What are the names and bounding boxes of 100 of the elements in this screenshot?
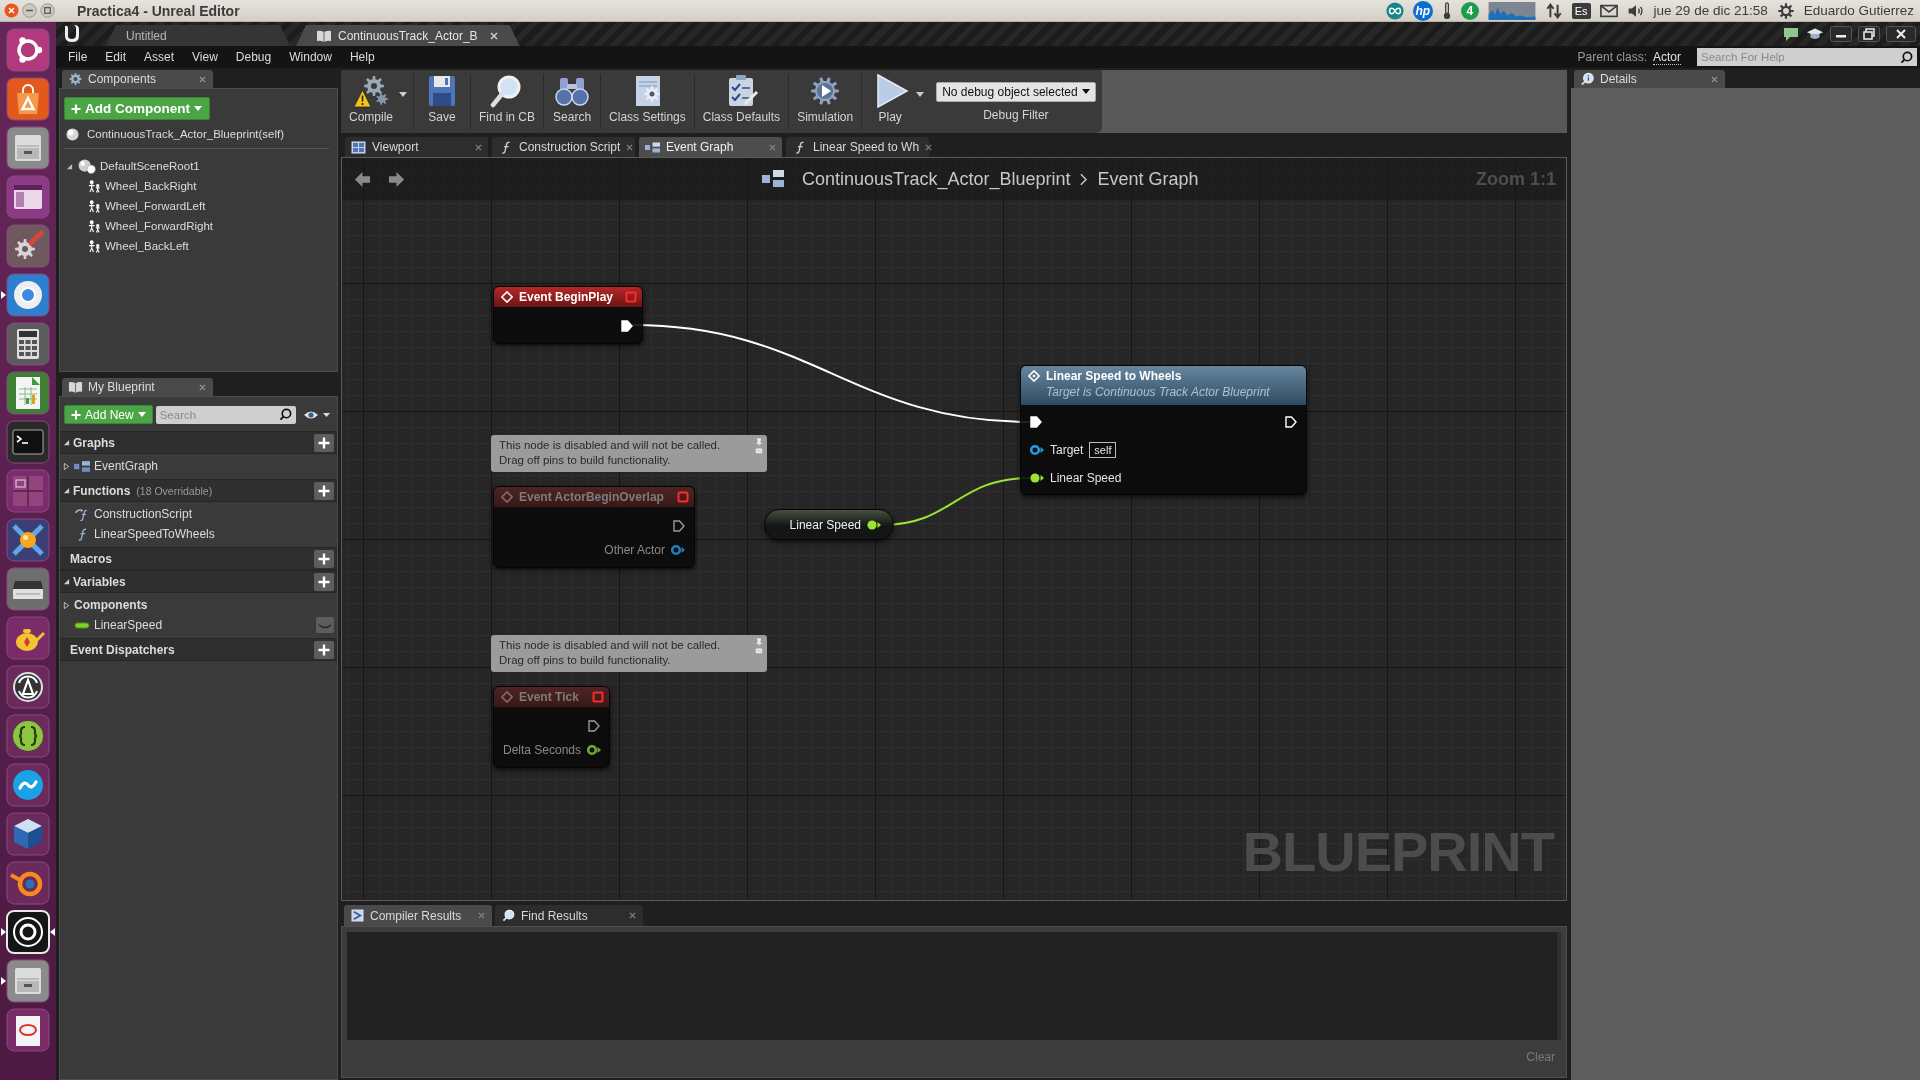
close-icon[interactable]: [1886, 26, 1916, 42]
graph-editor[interactable]: [341, 157, 1567, 901]
speech-bubble-icon[interactable]: [1782, 26, 1800, 42]
play-button[interactable]: Play: [864, 70, 917, 133]
delegate-pin-icon[interactable]: [625, 291, 637, 303]
search-icon[interactable]: [278, 408, 292, 421]
scanner-icon[interactable]: [6, 567, 50, 611]
panel-tab[interactable]: Compiler Results: [344, 905, 492, 926]
section-header[interactable]: Event Dispatchers: [60, 638, 337, 661]
help-search-field[interactable]: Search For Help: [1697, 48, 1917, 66]
ring-logo-icon[interactable]: [6, 273, 50, 317]
save-button[interactable]: Save: [416, 70, 468, 133]
calculator-icon[interactable]: [6, 322, 50, 366]
section-header[interactable]: Macros: [60, 547, 337, 570]
search-field[interactable]: Search: [155, 405, 296, 424]
circle-logo-icon[interactable]: [6, 28, 50, 72]
graph-tab[interactable]: Construction Script: [492, 137, 635, 157]
closed-eye-icon[interactable]: [316, 617, 334, 633]
spreadsheet-icon[interactable]: [6, 371, 50, 415]
thermometer-icon[interactable]: [1441, 1, 1452, 20]
workspace-grid-icon[interactable]: [6, 469, 50, 513]
menu-item[interactable]: View: [183, 50, 227, 64]
my-blueprint-tab[interactable]: My Blueprint: [62, 378, 213, 396]
section-header[interactable]: Functions (18 Overridable): [60, 479, 337, 502]
terminal-icon[interactable]: [6, 420, 50, 464]
add-icon[interactable]: [314, 481, 334, 500]
graph-tab[interactable]: Viewport: [345, 137, 488, 157]
section-header[interactable]: Graphs: [60, 431, 337, 454]
event-node[interactable]: Event BeginPlay: [493, 286, 643, 344]
gear-icon[interactable]: [1776, 1, 1795, 20]
menu-item[interactable]: Edit: [96, 50, 136, 64]
add-icon[interactable]: [314, 572, 334, 591]
back-arrow-icon[interactable]: [354, 170, 371, 188]
breadcrumb-link[interactable]: ContinuousTrack_Actor_Blueprint: [802, 168, 1071, 190]
gear-wrench-icon[interactable]: [6, 224, 50, 268]
details-tab[interactable]: Details: [1574, 70, 1725, 88]
expand-triangle-icon[interactable]: [63, 578, 70, 585]
expand-triangle-icon[interactable]: [63, 487, 70, 494]
data-pin-icon[interactable]: [1030, 444, 1044, 456]
maximize-icon[interactable]: [40, 3, 55, 18]
compile-button[interactable]: Compile: [343, 70, 399, 133]
simulation-button[interactable]: Simulation: [791, 70, 860, 133]
breadcrumb-link[interactable]: Event Graph: [1097, 168, 1199, 190]
list-item[interactable]: LinearSpeedToWheels: [60, 524, 337, 544]
shopping-bag-icon[interactable]: [6, 77, 50, 121]
restore-icon[interactable]: [1858, 26, 1880, 42]
logo-icon[interactable]: [62, 23, 82, 43]
tree-item[interactable]: ContinuousTrack_Actor_Blueprint(self): [60, 124, 337, 144]
drawer-icon[interactable]: [6, 126, 50, 170]
tree-item[interactable]: Wheel_ForwardRight: [60, 216, 337, 236]
data-pin-icon[interactable]: [867, 518, 881, 531]
class-settings-button[interactable]: Class Settings: [603, 70, 692, 133]
circular-arrows-icon[interactable]: [6, 665, 50, 709]
menu-item[interactable]: Window: [280, 50, 341, 64]
document-icon[interactable]: [6, 1008, 50, 1052]
list-item[interactable]: EventGraph: [60, 456, 337, 476]
clock[interactable]: jue 29 de dic 21:58: [1653, 3, 1768, 18]
window-icon[interactable]: [6, 175, 50, 219]
panel-tab[interactable]: Find Results: [495, 905, 643, 926]
infinity-icon[interactable]: [1385, 1, 1404, 20]
user-name[interactable]: Eduardo Gutierrez: [1803, 3, 1914, 18]
menu-item[interactable]: Help: [340, 50, 384, 64]
document-tab[interactable]: Untitled: [106, 25, 290, 46]
class-defaults-button[interactable]: Class Defaults: [696, 70, 787, 133]
keyboard-layout-indicator[interactable]: Es: [1571, 2, 1591, 19]
orb-icon[interactable]: [6, 518, 50, 562]
graph-tab[interactable]: Linear Speed to Wh: [786, 137, 929, 157]
braces-icon[interactable]: [6, 714, 50, 758]
round-emblem-icon[interactable]: [6, 910, 50, 954]
dropdown-caret-icon[interactable]: [916, 92, 925, 97]
tree-item[interactable]: DefaultSceneRoot1: [60, 156, 337, 176]
parent-class-link[interactable]: Actor: [1653, 49, 1681, 65]
expand-triangle-icon[interactable]: [63, 601, 70, 609]
graph-tab[interactable]: Event Graph: [639, 137, 782, 157]
tree-item[interactable]: Wheel_BackLeft: [60, 236, 337, 256]
menu-item[interactable]: File: [59, 50, 97, 64]
list-item[interactable]: LinearSpeed: [60, 615, 337, 635]
expand-triangle-icon[interactable]: [63, 439, 70, 446]
load-graph-icon[interactable]: [1487, 1, 1536, 20]
expand-triangle-icon[interactable]: [66, 162, 73, 170]
teapot-icon[interactable]: [6, 616, 50, 660]
up-down-arrows-icon[interactable]: [1544, 1, 1563, 20]
add-icon[interactable]: [314, 433, 334, 452]
list-item[interactable]: ConstructionScript: [60, 504, 337, 524]
find-button[interactable]: Find in CB: [473, 70, 542, 133]
default-value-field[interactable]: self: [1089, 442, 1117, 458]
search-button[interactable]: Search: [546, 70, 599, 133]
section-header[interactable]: Variables: [60, 570, 337, 593]
add-icon[interactable]: [314, 549, 334, 568]
menu-item[interactable]: Asset: [135, 50, 184, 64]
tree-item[interactable]: Wheel_ForwardLeft: [60, 196, 337, 216]
variable-node[interactable]: Linear Speed: [764, 509, 894, 540]
dropdown-caret-icon[interactable]: [399, 92, 407, 97]
minimize-icon[interactable]: [1830, 26, 1852, 42]
forward-arrow-icon[interactable]: [388, 170, 405, 188]
document-tab[interactable]: ContinuousTrack_Actor_B: [296, 25, 520, 46]
add-icon[interactable]: [314, 640, 334, 659]
graduation-cap-icon[interactable]: [1806, 26, 1824, 42]
logo-indicator[interactable]: hp: [1412, 0, 1433, 21]
menu-item[interactable]: Debug: [226, 50, 281, 64]
